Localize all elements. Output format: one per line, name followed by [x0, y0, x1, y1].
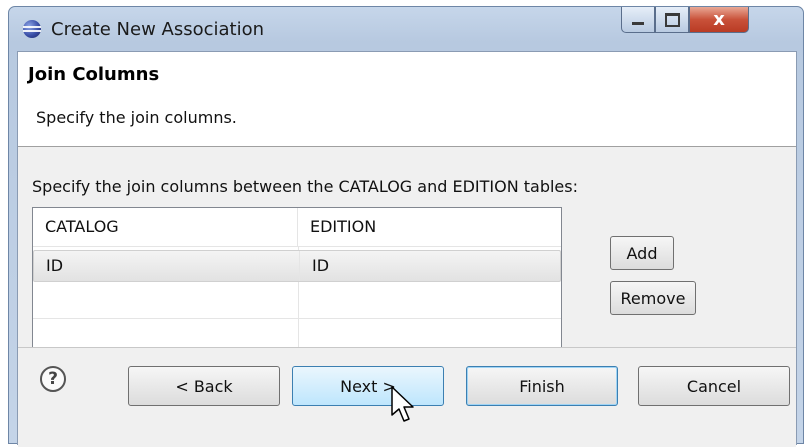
maximize-icon: [664, 12, 680, 27]
table-cell-edition[interactable]: [298, 284, 563, 314]
close-button[interactable]: x: [689, 7, 749, 33]
mouse-pointer-icon: [391, 386, 414, 422]
page-description: Specify the join columns.: [36, 108, 237, 127]
help-icon[interactable]: ?: [40, 366, 66, 392]
eclipse-icon: [23, 20, 41, 38]
maximize-button[interactable]: [655, 7, 689, 33]
table-cell-catalog[interactable]: [33, 284, 298, 314]
back-button[interactable]: < Back: [128, 366, 280, 406]
next-button[interactable]: Next >: [292, 366, 444, 406]
remove-button[interactable]: Remove: [610, 281, 696, 315]
table-row[interactable]: [33, 284, 561, 319]
table-cell-catalog[interactable]: ID: [34, 251, 299, 281]
dialog-window: Create New Association x Join Columns Sp…: [8, 6, 804, 447]
table-row[interactable]: ID ID: [33, 250, 561, 282]
table-cell-catalog[interactable]: [33, 318, 298, 348]
minimize-icon: [632, 22, 644, 25]
page-title: Join Columns: [28, 64, 160, 85]
instruction-label: Specify the join columns between the CAT…: [32, 177, 578, 196]
wizard-header: Join Columns Specify the join columns.: [18, 52, 796, 147]
wizard-body: Specify the join columns between the CAT…: [18, 147, 796, 358]
add-button[interactable]: Add: [610, 236, 674, 270]
window-title: Create New Association: [51, 19, 265, 40]
minimize-button[interactable]: [621, 7, 655, 33]
table-header: CATALOG EDITION: [33, 208, 561, 247]
finish-button[interactable]: Finish: [466, 366, 618, 406]
title-bar[interactable]: Create New Association x: [9, 7, 803, 51]
table-cell-edition[interactable]: [298, 318, 563, 348]
column-header-edition[interactable]: EDITION: [298, 208, 563, 246]
join-columns-table[interactable]: CATALOG EDITION ID ID: [32, 207, 563, 358]
column-header-catalog[interactable]: CATALOG: [33, 208, 298, 246]
close-icon: x: [713, 9, 725, 30]
cancel-button[interactable]: Cancel: [638, 366, 790, 406]
table-cell-edition[interactable]: ID: [299, 251, 564, 281]
